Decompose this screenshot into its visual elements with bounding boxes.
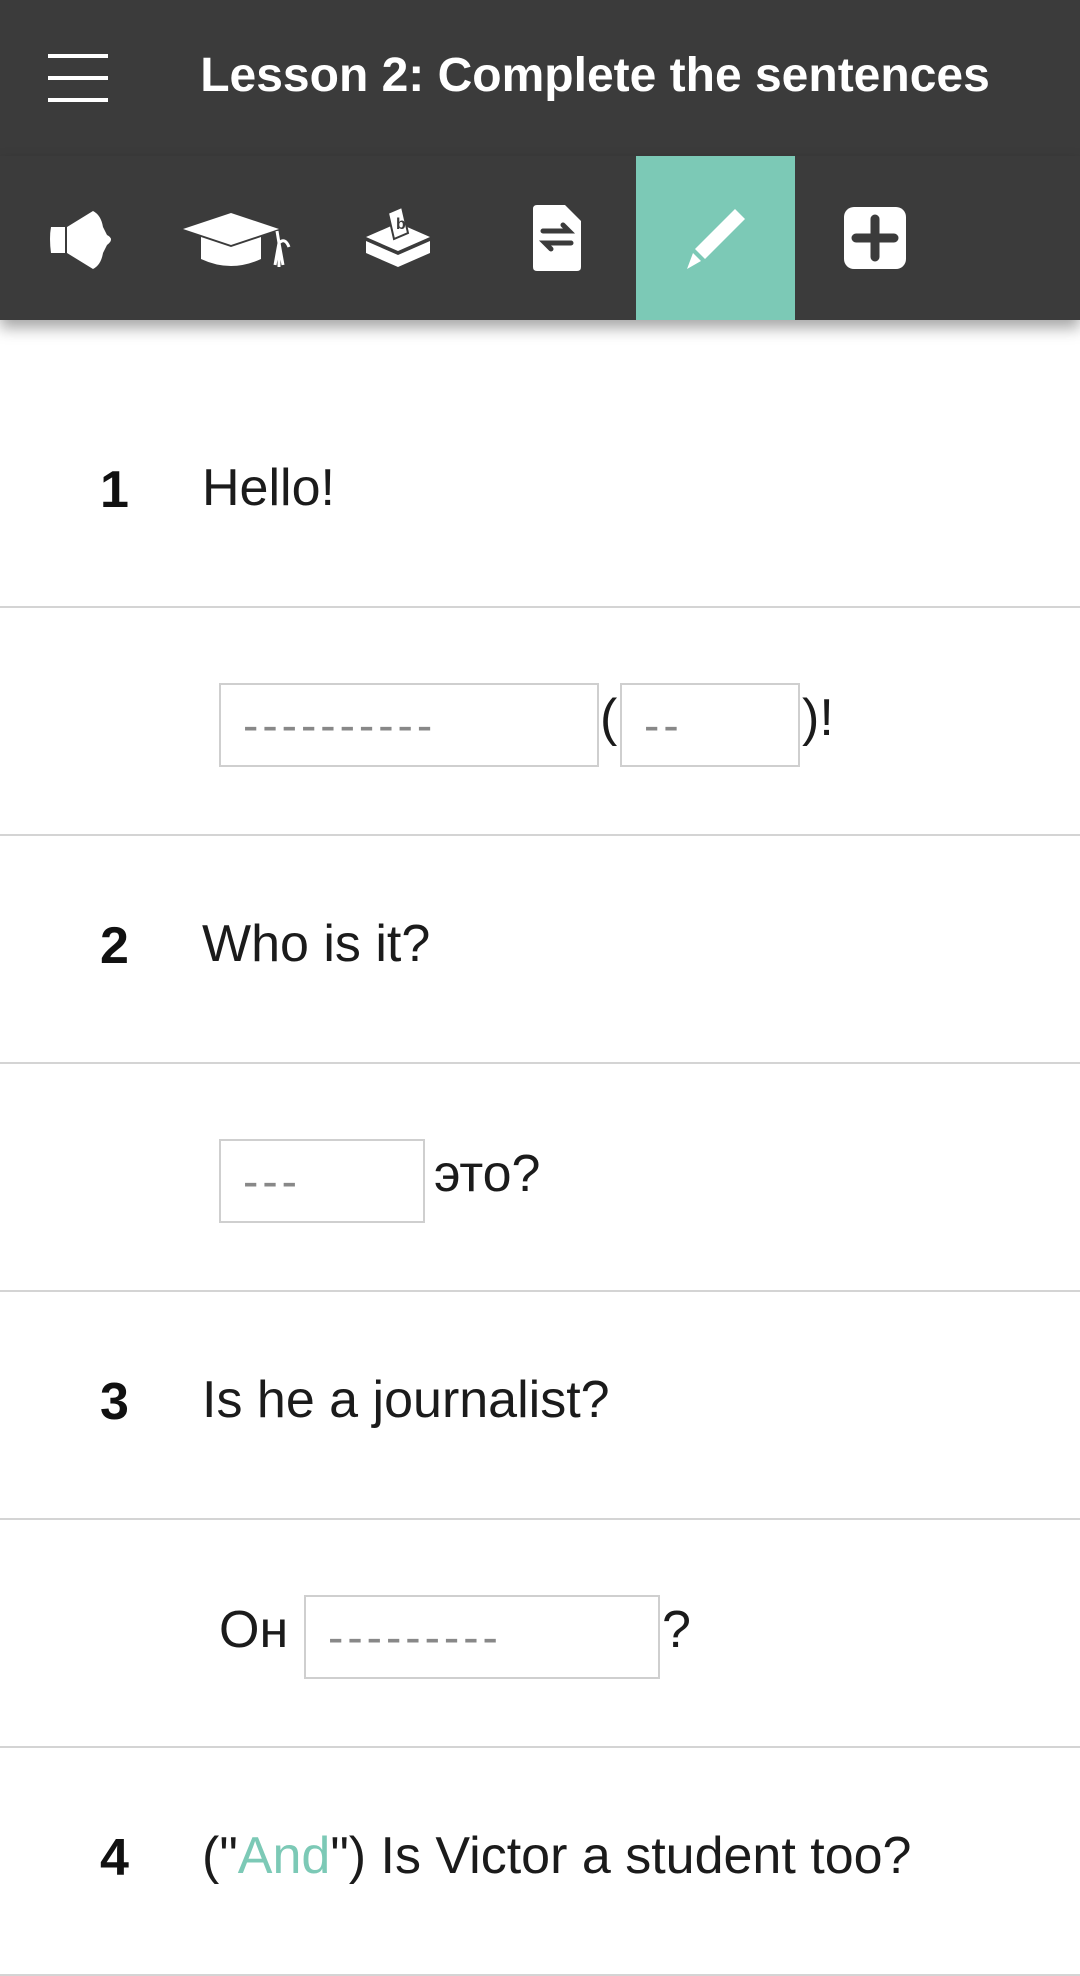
exercise-prompt: Is he a journalist? — [202, 1371, 610, 1429]
pencil-icon[interactable] — [636, 156, 795, 320]
exercise-3-prompt-row: 3 Is he a journalist? — [0, 1292, 1080, 1520]
plus-square-icon[interactable] — [795, 156, 954, 320]
graduation-cap-icon[interactable] — [159, 156, 318, 320]
answer-text: )! — [802, 689, 834, 747]
exercise-2-prompt-row: 2 Who is it? — [0, 836, 1080, 1064]
highlighted-word: And — [237, 1827, 331, 1885]
exercise-number: 1 — [100, 461, 129, 519]
exercise-1-prompt-row: 1 Hello! — [0, 380, 1080, 608]
answer-text: это? — [434, 1145, 541, 1203]
answer-blank[interactable]: ---------- — [219, 683, 599, 767]
exercise-number: 3 — [100, 1373, 129, 1431]
lesson-toolbar: b — [0, 156, 1080, 320]
answer-blank[interactable]: --------- — [304, 1595, 660, 1679]
exercise-prompt: ("And") Is Victor a student too? — [202, 1826, 911, 1886]
page-title: Lesson 2: Complete the sentences — [200, 49, 990, 102]
hamburger-menu-icon[interactable] — [48, 50, 108, 106]
exercise-3-answer-row: Он --------- ? — [0, 1520, 1080, 1748]
ballot-box-icon[interactable]: b — [318, 156, 477, 320]
exercise-2-answer-row: --- это? — [0, 1064, 1080, 1292]
app-bar: Lesson 2: Complete the sentences — [0, 0, 1080, 156]
document-swap-icon[interactable] — [477, 156, 636, 320]
answer-text: ( — [600, 689, 618, 747]
exercise-prompt: Hello! — [202, 459, 335, 517]
exercise-prompt: Who is it? — [202, 915, 431, 973]
exercise-1-answer-row: ---------- ( -- )! — [0, 608, 1080, 836]
svg-text:b: b — [396, 216, 406, 233]
prompt-text: ") Is Victor a student too? — [330, 1827, 912, 1885]
exercise-4-prompt-row: 4 ("And") Is Victor a student too? — [0, 1748, 1080, 1976]
megaphone-icon[interactable] — [0, 156, 159, 320]
answer-text: Он — [219, 1601, 289, 1659]
exercise-number: 4 — [100, 1829, 129, 1887]
answer-blank[interactable]: -- — [620, 683, 800, 767]
prompt-text: (" — [202, 1827, 238, 1885]
answer-text: ? — [662, 1601, 691, 1659]
exercise-number: 2 — [100, 917, 129, 975]
answer-blank[interactable]: --- — [219, 1139, 425, 1223]
